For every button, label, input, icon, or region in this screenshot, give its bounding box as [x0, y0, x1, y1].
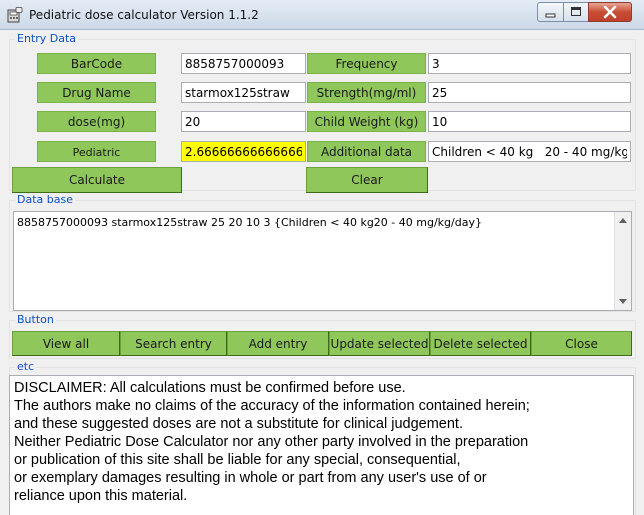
- drug-name-label: Drug Name: [37, 82, 156, 103]
- close-window-button[interactable]: [588, 2, 632, 22]
- disclaimer-line: reliance upon this material.: [14, 488, 188, 504]
- disclaimer-line: or exemplary damages resulting in whole …: [14, 470, 487, 486]
- minimize-icon: [545, 13, 556, 18]
- child-weight-input[interactable]: [428, 111, 631, 132]
- update-selected-button[interactable]: Update selected: [329, 331, 430, 356]
- delete-selected-button[interactable]: Delete selected: [430, 331, 531, 356]
- etc-group-label: etc: [15, 360, 37, 373]
- database-scrollbar[interactable]: [614, 212, 631, 310]
- scroll-up-icon[interactable]: [619, 218, 627, 223]
- barcode-input[interactable]: [181, 53, 306, 74]
- drug-name-input[interactable]: [181, 82, 306, 103]
- calculator-app-icon: [7, 7, 23, 23]
- title-bar: Pediatric dose calculator Version 1.1.2: [0, 0, 644, 30]
- child-weight-label: Child Weight (kg): [307, 111, 426, 132]
- strength-input[interactable]: [428, 82, 631, 103]
- entry-data-group-label: Entry Data: [15, 32, 79, 45]
- database-listbox[interactable]: 8858757000093 starmox125straw 25 20 10 3…: [13, 211, 632, 311]
- disclaimer-line: and these suggested doses are not a subs…: [14, 416, 463, 432]
- close-button[interactable]: Close: [531, 331, 632, 356]
- disclaimer-textbox[interactable]: DISCLAIMER: All calculations must be con…: [9, 375, 634, 515]
- calculate-button[interactable]: Calculate: [12, 167, 182, 193]
- strength-label: Strength(mg/ml): [307, 82, 426, 103]
- clear-button[interactable]: Clear: [306, 167, 428, 193]
- window-title: Pediatric dose calculator Version 1.1.2: [29, 8, 259, 22]
- pediatric-dosage-label: Pediatric Dosage(mL): [37, 141, 156, 180]
- search-entry-button[interactable]: Search entry: [120, 331, 227, 356]
- dose-input[interactable]: [181, 111, 306, 132]
- add-entry-button[interactable]: Add entry: [227, 331, 329, 356]
- dose-label: dose(mg): [37, 111, 156, 132]
- pediatric-dosage-output[interactable]: [181, 141, 306, 162]
- maximize-icon: [571, 7, 581, 16]
- close-icon: [603, 5, 617, 19]
- maximize-button[interactable]: [563, 2, 589, 22]
- view-all-button[interactable]: View all: [12, 331, 120, 356]
- disclaimer-line: or publication of this site shall be lia…: [14, 452, 461, 468]
- disclaimer-line: Neither Pediatric Dose Calculator nor an…: [14, 434, 529, 450]
- additional-data-input[interactable]: [428, 141, 631, 162]
- frequency-label: Frequency: [307, 53, 426, 74]
- button-group-label: Button: [15, 313, 56, 326]
- disclaimer-line: The authors make no claims of the accura…: [14, 398, 530, 414]
- barcode-label: BarCode: [37, 53, 156, 74]
- disclaimer-line: DISCLAIMER: All calculations must be con…: [14, 380, 406, 396]
- database-group-label: Data base: [15, 193, 75, 206]
- additional-data-label: Additional data: [307, 141, 426, 162]
- minimize-button[interactable]: [537, 2, 564, 22]
- frequency-input[interactable]: [428, 53, 631, 74]
- scroll-down-icon[interactable]: [619, 299, 627, 304]
- database-row[interactable]: 8858757000093 starmox125straw 25 20 10 3…: [17, 216, 482, 229]
